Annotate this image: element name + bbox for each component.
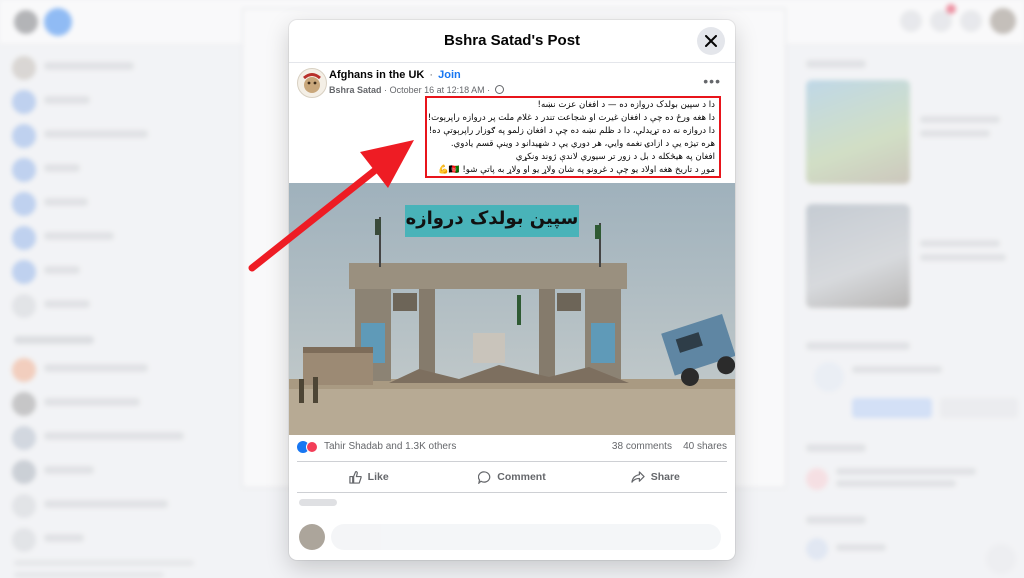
post-text-line: دا دروازه نه ده تړیدلې، دا د ظلم نښه ده … bbox=[428, 126, 715, 136]
comment-button[interactable]: Comment bbox=[440, 462, 583, 492]
thumbs-up-icon bbox=[348, 470, 362, 484]
separator-dot: · bbox=[384, 85, 388, 95]
post-text-line: هره تیژه یې د ازادۍ نغمه وايي، هر دوري ی… bbox=[450, 139, 715, 149]
post-text-line: افغان په هیڅکله د بل د زور تر سیوري لاند… bbox=[515, 152, 715, 162]
post-text-highlighted: دا د سپین بولدک دروازه ده — د افغان عزت … bbox=[425, 96, 721, 178]
group-avatar[interactable] bbox=[297, 68, 327, 98]
join-group-link[interactable]: Join bbox=[438, 69, 461, 81]
author-name-link[interactable]: Bshra Satad bbox=[329, 85, 382, 95]
comment-filter-dropdown[interactable] bbox=[299, 498, 337, 508]
like-button[interactable]: Like bbox=[297, 462, 440, 492]
share-button[interactable]: Share bbox=[584, 462, 727, 492]
close-icon bbox=[705, 35, 717, 47]
post-dialog: Bshra Satad's Post Afghans in the UK · J… bbox=[289, 20, 735, 560]
post-actions-bar: Like Comment Share bbox=[297, 461, 727, 493]
write-comment-row bbox=[299, 520, 725, 556]
group-logo-icon bbox=[303, 73, 321, 93]
post-text-line: موږ د تاریخ هغه اولاد یو چې د غرونو په ش… bbox=[438, 165, 715, 175]
post-text-line: دا هغه ورځ ده چې د افغان غیرت او شجاعت ت… bbox=[427, 113, 715, 123]
love-reaction-icon bbox=[306, 441, 318, 453]
image-caption: سپین بولدک دروازه bbox=[405, 208, 579, 229]
more-options-button[interactable]: ••• bbox=[703, 73, 721, 89]
reactions-summary-link[interactable]: Tahir Shadab and 1.3K others bbox=[324, 441, 456, 452]
more-horizontal-icon: ••• bbox=[703, 73, 721, 89]
close-button[interactable] bbox=[697, 27, 725, 55]
share-label: Share bbox=[650, 471, 680, 483]
post-timestamp-link[interactable]: October 16 at 12:18 AM bbox=[390, 85, 485, 95]
share-arrow-icon bbox=[631, 470, 645, 483]
dialog-title: Bshra Satad's Post bbox=[443, 32, 581, 49]
comment-label: Comment bbox=[497, 471, 546, 483]
group-name-link[interactable]: Afghans in the UK bbox=[329, 69, 424, 81]
post-photo[interactable]: سپین بولدک دروازه bbox=[289, 183, 735, 435]
comments-count-link[interactable]: 38 comments bbox=[612, 441, 672, 452]
separator-dot: · bbox=[429, 69, 434, 81]
separator-dot: · bbox=[487, 85, 491, 95]
like-label: Like bbox=[367, 471, 389, 483]
post-text-line: دا د سپین بولدک دروازه ده — د افغان عزت … bbox=[537, 100, 716, 110]
dialog-header: Bshra Satad's Post bbox=[289, 20, 735, 63]
comment-input[interactable] bbox=[331, 524, 721, 550]
reactions-bar: Tahir Shadab and 1.3K others 38 comments… bbox=[289, 435, 735, 461]
comment-bubble-icon bbox=[478, 470, 491, 484]
globe-icon bbox=[494, 85, 504, 94]
shares-count-link[interactable]: 40 shares bbox=[683, 441, 727, 452]
commenter-avatar bbox=[299, 524, 325, 550]
